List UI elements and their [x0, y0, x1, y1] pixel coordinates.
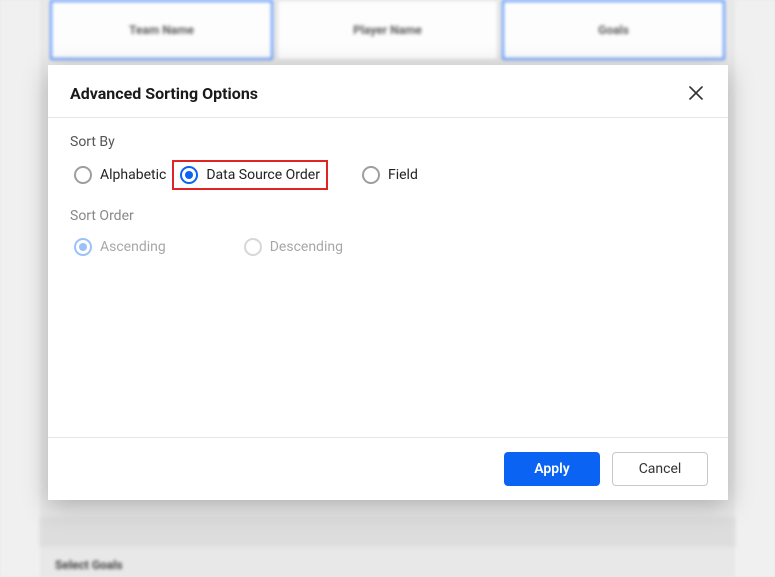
- apply-button[interactable]: Apply: [504, 452, 600, 486]
- radio-label: Field: [388, 167, 418, 183]
- bg-left-rail: [0, 0, 40, 577]
- bg-bottom-label: Select Goals: [55, 558, 123, 572]
- bg-table: Team Name Player Name Goals: [0, 0, 775, 60]
- sort-by-group: Alphabetic Data Source Order Field: [70, 160, 706, 190]
- sort-by-field[interactable]: Field: [358, 162, 424, 188]
- cancel-button[interactable]: Cancel: [612, 452, 708, 486]
- close-button[interactable]: [686, 83, 706, 103]
- close-icon: [689, 86, 703, 100]
- dialog-title: Advanced Sorting Options: [70, 84, 258, 103]
- sort-by-alphabetic[interactable]: Alphabetic: [70, 162, 172, 188]
- sort-order-descending: Descending: [240, 234, 349, 260]
- bg-col-team: Team Name: [50, 0, 273, 60]
- bg-bottom-bar: [40, 517, 735, 547]
- bg-right-rail: [735, 0, 775, 577]
- radio-label: Ascending: [100, 239, 166, 255]
- radio-label: Alphabetic: [100, 167, 166, 183]
- dialog-footer: Apply Cancel: [48, 437, 728, 500]
- bg-col-goals: Goals: [502, 0, 725, 60]
- radio-icon: [180, 166, 198, 184]
- radio-icon: [244, 238, 262, 256]
- radio-icon: [74, 166, 92, 184]
- dialog-header: Advanced Sorting Options: [48, 65, 728, 118]
- radio-icon: [74, 238, 92, 256]
- dialog-body: Sort By Alphabetic Data Source Order Fie…: [48, 118, 728, 437]
- bg-col-player: Player Name: [277, 0, 498, 60]
- radio-icon: [362, 166, 380, 184]
- sort-order-label: Sort Order: [70, 208, 706, 224]
- advanced-sorting-dialog: Advanced Sorting Options Sort By Alphabe…: [48, 65, 728, 500]
- sort-by-label: Sort By: [70, 134, 706, 150]
- radio-label: Descending: [270, 239, 343, 255]
- sort-order-ascending: Ascending: [70, 234, 172, 260]
- sort-order-group: Ascending Descending: [70, 234, 706, 260]
- radio-label: Data Source Order: [206, 167, 320, 183]
- sort-by-data-source-order[interactable]: Data Source Order: [172, 160, 328, 190]
